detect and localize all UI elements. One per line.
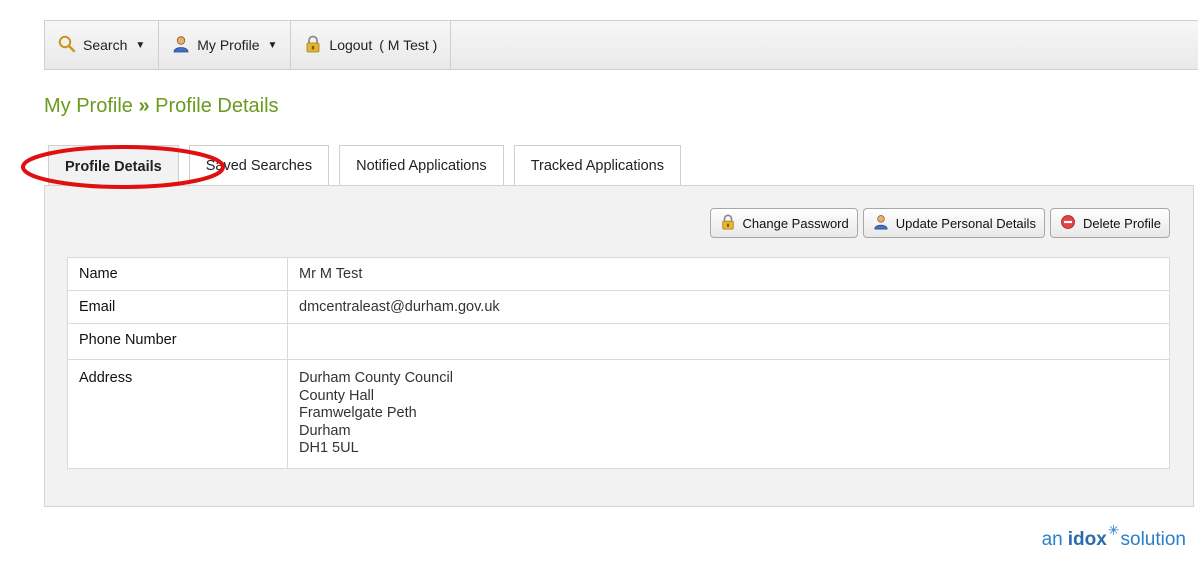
update-personal-details-button[interactable]: Update Personal Details bbox=[862, 208, 1045, 238]
logo-prefix: an bbox=[1041, 529, 1063, 550]
padlock-icon bbox=[720, 214, 736, 233]
user-icon bbox=[873, 214, 889, 233]
tab-notified-applications[interactable]: Notified Applications bbox=[339, 145, 504, 186]
table-row: Name Mr M Test bbox=[67, 257, 1170, 291]
table-row: Phone Number bbox=[67, 323, 1170, 360]
tab-saved-searches[interactable]: Saved Searches bbox=[188, 145, 330, 186]
logout-link[interactable]: Logout ( M Test ) bbox=[291, 21, 452, 69]
idox-logo: an idox ✳ solution bbox=[1041, 522, 1187, 551]
table-row: Address Durham County Council County Hal… bbox=[67, 359, 1170, 469]
profile-details-panel: Change Password Update Personal Details … bbox=[44, 185, 1194, 507]
profile-tabs: Profile Details Saved Searches Notified … bbox=[44, 145, 681, 187]
email-value: dmcentraleast@durham.gov.uk bbox=[287, 290, 1170, 324]
chevron-down-icon: ▼ bbox=[135, 39, 146, 51]
logo-brand: idox bbox=[1067, 529, 1107, 550]
change-password-label: Change Password bbox=[742, 215, 849, 231]
tab-label: Profile Details bbox=[65, 158, 162, 175]
chevron-down-icon: ▼ bbox=[267, 39, 278, 51]
email-label: Email bbox=[67, 290, 288, 324]
tab-label: Notified Applications bbox=[356, 158, 487, 174]
profile-actions: Change Password Update Personal Details … bbox=[709, 208, 1170, 238]
name-label: Name bbox=[67, 257, 288, 291]
my-profile-menu-label: My Profile bbox=[197, 37, 260, 53]
breadcrumb-section: My Profile bbox=[44, 95, 133, 117]
delete-icon bbox=[1060, 214, 1076, 233]
address-line: Framwelgate Peth bbox=[299, 405, 417, 421]
phone-value bbox=[287, 323, 1170, 360]
sparkle-icon: ✳ bbox=[1107, 522, 1120, 538]
tab-label: Tracked Applications bbox=[530, 158, 664, 174]
address-line: County Hall bbox=[299, 387, 374, 404]
search-menu-label: Search bbox=[83, 37, 128, 53]
user-icon bbox=[172, 35, 190, 56]
search-icon bbox=[58, 35, 76, 56]
logout-label: Logout bbox=[329, 37, 373, 53]
logged-in-user: ( M Test ) bbox=[379, 37, 438, 53]
address-label: Address bbox=[67, 359, 288, 469]
name-value: Mr M Test bbox=[287, 257, 1170, 291]
page-title: My Profile » Profile Details bbox=[44, 95, 279, 118]
update-personal-details-label: Update Personal Details bbox=[895, 215, 1036, 231]
profile-details-table: Name Mr M Test Email dmcentraleast@durha… bbox=[67, 257, 1170, 469]
breadcrumb-separator: » bbox=[138, 95, 150, 117]
delete-profile-label: Delete Profile bbox=[1082, 215, 1161, 231]
address-value: Durham County Council County Hall Framwe… bbox=[287, 359, 1170, 469]
address-line: Durham County Council bbox=[299, 370, 453, 386]
top-toolbar: Search ▼ My Profile ▼ Logout ( M Test ) bbox=[44, 20, 1198, 70]
change-password-button[interactable]: Change Password bbox=[709, 208, 858, 238]
tab-tracked-applications[interactable]: Tracked Applications bbox=[513, 145, 681, 186]
logo-suffix: solution bbox=[1120, 529, 1187, 550]
table-row: Email dmcentraleast@durham.gov.uk bbox=[67, 290, 1170, 324]
padlock-icon bbox=[304, 35, 322, 56]
phone-label: Phone Number bbox=[67, 323, 288, 360]
search-menu[interactable]: Search ▼ bbox=[45, 21, 160, 69]
breadcrumb-current: Profile Details bbox=[155, 95, 279, 117]
address-line: DH1 5UL bbox=[299, 440, 359, 456]
my-profile-menu[interactable]: My Profile ▼ bbox=[159, 21, 292, 69]
tab-label: Saved Searches bbox=[205, 158, 313, 174]
delete-profile-button[interactable]: Delete Profile bbox=[1049, 208, 1170, 238]
address-line: Durham bbox=[299, 422, 351, 439]
tab-profile-details[interactable]: Profile Details bbox=[48, 145, 179, 187]
